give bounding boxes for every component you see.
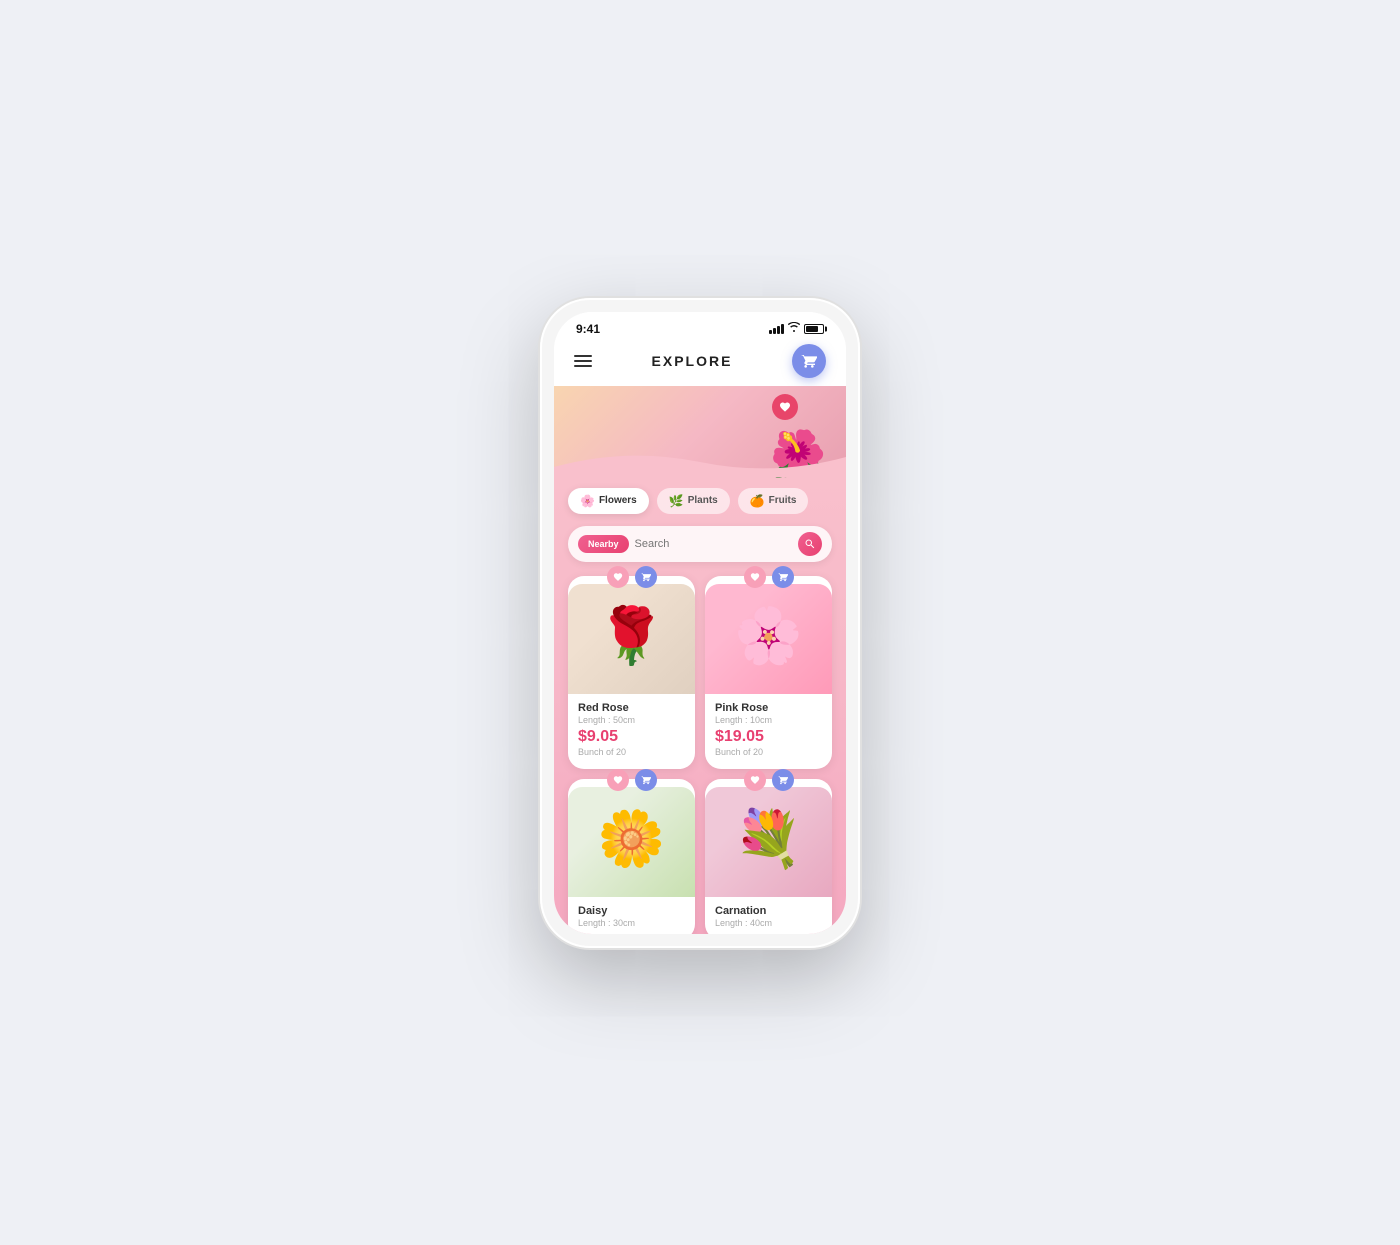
product-info-daisy: Daisy Length : 30cm [568,897,695,930]
add-to-cart-pink-rose[interactable] [772,566,794,588]
card-actions-carnation [705,769,832,791]
product-name-red-rose: Red Rose [578,702,685,714]
wishlist-button-red-rose[interactable] [607,566,629,588]
cart-icon [801,353,817,369]
plants-label: Plants [688,495,718,506]
product-bunch-red-rose: Bunch of 20 [578,747,685,757]
product-bunch-pink-rose: Bunch of 20 [715,747,822,757]
product-name-carnation: Carnation [715,905,822,917]
app-title: EXPLORE [652,353,733,369]
product-length-carnation: Length : 40cm [715,918,822,928]
status-icons [769,322,824,335]
category-flowers[interactable]: 🌸 Flowers [568,488,649,514]
battery-icon [804,324,824,334]
status-bar: 9:41 [554,312,846,340]
phone-mockup: 9:41 EXPLORE [540,298,860,948]
card-actions-red-rose [568,566,695,588]
product-image-pink-rose [705,584,832,694]
search-bar: Nearby [568,526,832,562]
product-price-pink-rose: $19.05 [715,728,822,746]
wifi-icon [788,322,800,335]
status-time: 9:41 [576,322,600,336]
fruits-label: Fruits [769,495,797,506]
product-price-red-rose: $9.05 [578,728,685,746]
hero-section: 🌺 [554,386,846,476]
product-card-pink-rose[interactable]: Pink Rose Length : 10cm $19.05 Bunch of … [705,576,832,769]
hamburger-menu-icon[interactable] [574,355,592,367]
product-card-red-rose[interactable]: Red Rose Length : 50cm $9.05 Bunch of 20 [568,576,695,769]
product-name-daisy: Daisy [578,905,685,917]
product-length-red-rose: Length : 50cm [578,715,685,725]
product-card-carnation[interactable]: Carnation Length : 40cm [705,779,832,934]
product-length-pink-rose: Length : 10cm [715,715,822,725]
product-grid: Red Rose Length : 50cm $9.05 Bunch of 20 [554,572,846,934]
fruits-emoji: 🍊 [750,494,765,508]
category-fruits[interactable]: 🍊 Fruits [738,488,809,514]
main-content: 🌸 Flowers 🌿 Plants 🍊 Fruits Nearby [554,476,846,934]
categories-row: 🌸 Flowers 🌿 Plants 🍊 Fruits [554,476,846,522]
product-image-carnation [705,787,832,897]
search-input[interactable] [635,538,792,550]
product-info-carnation: Carnation Length : 40cm [705,897,832,930]
add-to-cart-carnation[interactable] [772,769,794,791]
heart-badge[interactable] [772,394,798,420]
product-image-red-rose [568,584,695,694]
search-icon [804,538,816,550]
product-length-daisy: Length : 30cm [578,918,685,928]
product-info-pink-rose: Pink Rose Length : 10cm $19.05 Bunch of … [705,694,832,759]
category-plants[interactable]: 🌿 Plants [657,488,730,514]
search-button[interactable] [798,532,822,556]
product-info-red-rose: Red Rose Length : 50cm $9.05 Bunch of 20 [568,694,695,759]
product-image-daisy [568,787,695,897]
flowers-label: Flowers [599,495,637,506]
cart-button[interactable] [792,344,826,378]
wishlist-button-daisy[interactable] [607,769,629,791]
flowers-emoji: 🌸 [580,494,595,508]
product-card-daisy[interactable]: Daisy Length : 30cm [568,779,695,934]
app-header: EXPLORE [554,340,846,386]
product-name-pink-rose: Pink Rose [715,702,822,714]
card-actions-daisy [568,769,695,791]
plants-emoji: 🌿 [669,494,684,508]
card-actions-pink-rose [705,566,832,588]
phone-screen: 9:41 EXPLORE [554,312,846,934]
wishlist-button-carnation[interactable] [744,769,766,791]
signal-icon [769,324,784,334]
add-to-cart-red-rose[interactable] [635,566,657,588]
nearby-tag[interactable]: Nearby [578,535,629,553]
add-to-cart-daisy[interactable] [635,769,657,791]
wishlist-button-pink-rose[interactable] [744,566,766,588]
